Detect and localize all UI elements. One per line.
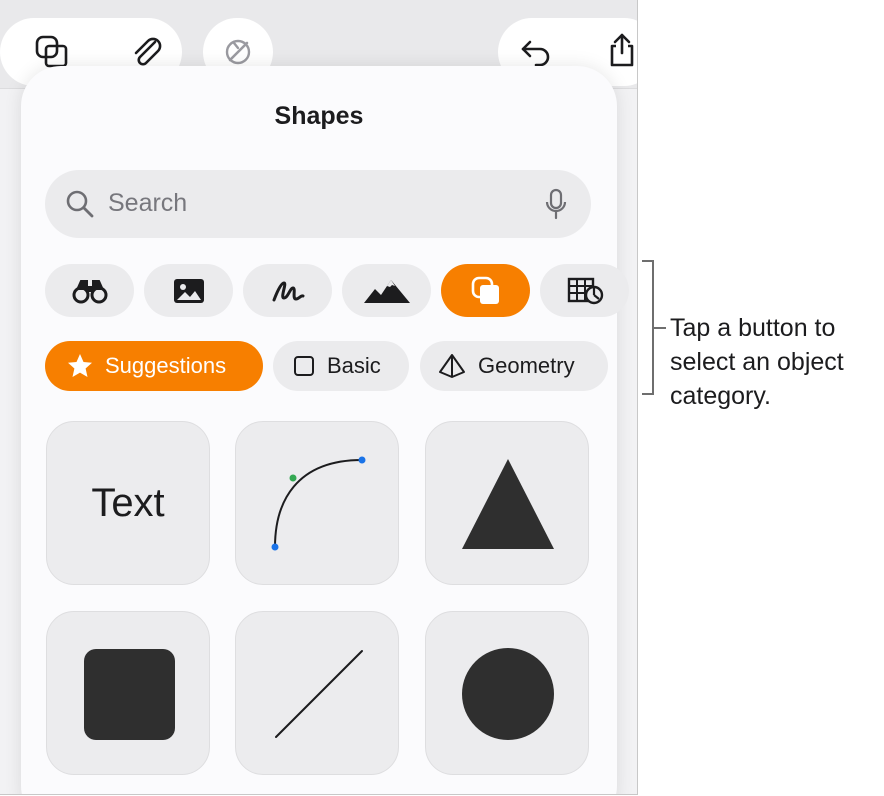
text-shape-label: Text	[91, 480, 165, 525]
shape-tile-line[interactable]	[235, 611, 399, 775]
brush-icon[interactable]	[220, 34, 256, 70]
panel-title: Shapes	[274, 102, 364, 130]
drawing-icon	[272, 280, 304, 301]
chip-basic[interactable]: Basic	[273, 341, 409, 391]
category-binoculars-button[interactable]	[45, 264, 134, 317]
mountains-icon	[363, 279, 410, 303]
chip-label: Geometry	[478, 353, 575, 378]
shape-tile-triangle[interactable]	[425, 421, 589, 585]
curve-icon	[271, 456, 366, 551]
category-drawing-button[interactable]	[243, 264, 332, 317]
binoculars-icon	[72, 279, 107, 303]
category-landscape-button[interactable]	[342, 264, 431, 317]
pyramid-icon	[439, 354, 465, 378]
undo-icon[interactable]	[518, 34, 554, 70]
shape-tile-curve[interactable]	[235, 421, 399, 585]
category-media-button[interactable]	[144, 264, 233, 317]
search-field[interactable]: Search	[45, 170, 591, 238]
square-icon	[84, 649, 175, 740]
circle-icon	[462, 648, 554, 740]
chip-label: Basic	[327, 353, 381, 378]
callout-line: Tap a button to	[670, 314, 836, 342]
chip-label: Suggestions	[105, 353, 227, 378]
paperclip-icon[interactable]	[128, 34, 164, 70]
table-chart-icon	[567, 277, 603, 304]
search-icon	[66, 190, 94, 218]
ipad-screen: Shapes Search Suggestions Basic Geometry…	[0, 0, 638, 795]
category-shapes-button[interactable]	[441, 264, 530, 317]
chip-geometry[interactable]: Geometry	[420, 341, 608, 391]
search-placeholder: Search	[108, 189, 188, 217]
share-icon[interactable]	[604, 32, 637, 68]
category-table-chart-button[interactable]	[540, 264, 629, 317]
shapes-icon	[471, 276, 499, 304]
callout-line: category.	[670, 382, 771, 410]
callout-bracket	[642, 260, 654, 395]
microphone-icon[interactable]	[545, 188, 567, 220]
triangle-icon	[462, 459, 554, 549]
photo-icon	[173, 278, 204, 303]
shape-tile-text[interactable]: Text	[46, 421, 210, 585]
chip-suggestions[interactable]: Suggestions	[45, 341, 263, 391]
shapes-toolbar-icon[interactable]	[34, 34, 70, 70]
callout-line: select an object	[670, 348, 844, 376]
callout-bracket-tick	[654, 327, 666, 329]
callout-text: Tap a button to select an object categor…	[670, 311, 882, 413]
square-outline-icon	[294, 356, 314, 376]
shape-tile-circle[interactable]	[425, 611, 589, 775]
star-icon	[68, 354, 92, 377]
shape-tile-square[interactable]	[46, 611, 210, 775]
line-icon	[275, 650, 363, 738]
shapes-popover: Shapes Search Suggestions Basic Geometry…	[21, 66, 629, 794]
